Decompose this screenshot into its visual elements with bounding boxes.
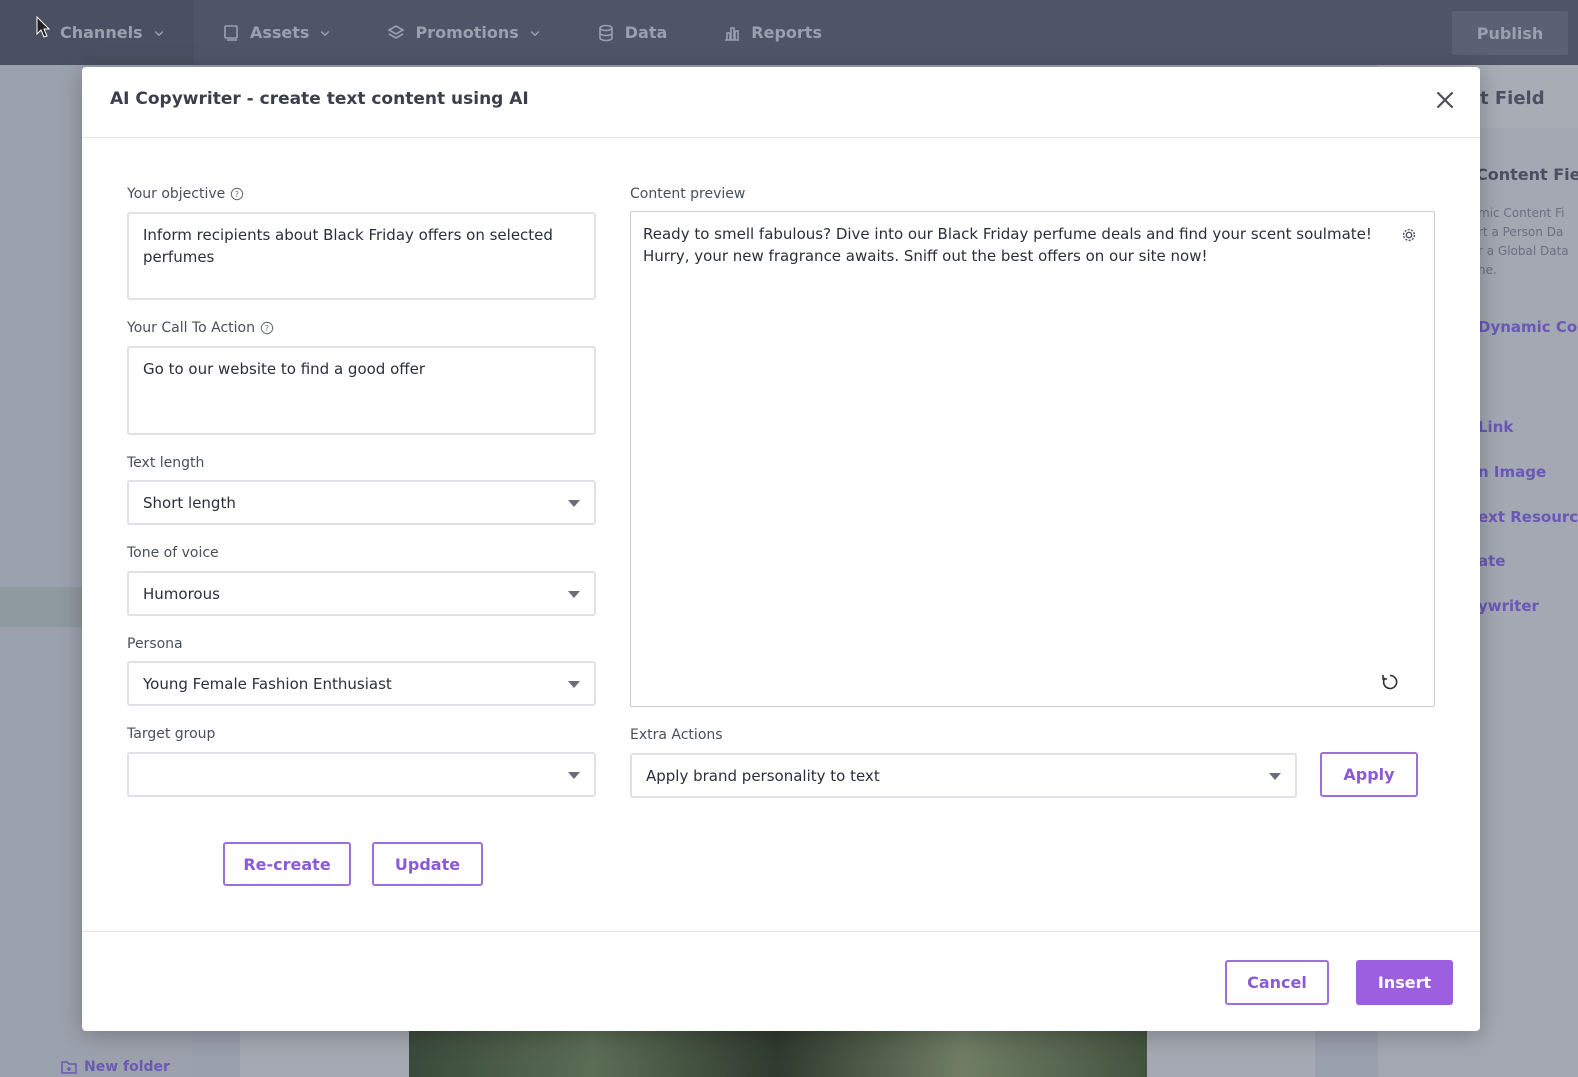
close-icon[interactable] [1432,87,1458,113]
recreate-button[interactable]: Re-create [223,842,351,886]
tone-value: Humorous [143,584,220,603]
objective-textarea[interactable]: Inform recipients about Black Friday off… [127,212,596,300]
tone-label: Tone of voice [127,545,219,561]
nav-assets-label: Assets [250,23,310,42]
persona-label: Persona [127,636,183,652]
persona-value: Young Female Fashion Enthusiast [143,674,392,693]
tone-select[interactable]: Humorous [127,571,596,616]
ai-copywriter-modal: AI Copywriter - create text content usin… [82,67,1480,1031]
caret-down-icon [568,591,580,598]
extra-actions-select[interactable]: Apply brand personality to text [630,753,1297,798]
nav-data-label: Data [624,23,668,42]
nav-channels-label: Channels [60,23,143,42]
cta-label: Your Call To Action [127,320,255,336]
caret-down-icon [568,772,580,779]
nav-promotions-label: Promotions [415,23,519,42]
svg-text:?: ? [235,190,239,199]
cta-label-row: Your Call To Action ? [127,320,274,336]
folder-plus-icon [61,1061,77,1074]
cta-textarea[interactable]: Go to our website to find a good offer [127,346,596,435]
right-panel-link[interactable]: ywriter [1478,597,1539,615]
bar-chart-icon [725,26,740,41]
new-folder-link[interactable]: New folder [60,1058,170,1076]
caret-down-icon [568,500,580,507]
nav-reports[interactable]: Reports [695,0,850,65]
refresh-icon[interactable] [1380,672,1400,692]
gear-icon[interactable] [1400,226,1418,244]
nav-channels[interactable]: Channels [0,0,194,65]
content-preview[interactable]: Ready to smell fabulous? Dive into our B… [630,211,1435,707]
chevron-down-icon [321,30,330,36]
right-panel-link[interactable]: Dynamic Co [1478,318,1577,336]
nav-assets[interactable]: Assets [194,0,359,65]
modal-footer-divider [82,931,1480,932]
modal-header: AI Copywriter - create text content usin… [82,67,1480,138]
target-group-select[interactable] [127,752,596,797]
publish-button[interactable]: Publish [1452,11,1568,55]
right-panel-desc-line: ne. [1478,263,1497,277]
persona-select[interactable]: Young Female Fashion Enthusiast [127,661,596,706]
help-icon[interactable]: ? [230,187,244,201]
extra-actions-label: Extra Actions [630,727,723,743]
svg-text:?: ? [265,324,269,333]
caret-down-icon [568,681,580,688]
database-icon [598,24,613,41]
mouse-cursor-icon [36,16,50,38]
extra-actions-value: Apply brand personality to text [646,766,880,785]
insert-button[interactable]: Insert [1356,960,1453,1005]
right-panel-desc-line: mic Content Fi [1478,206,1565,220]
objective-label-row: Your objective ? [127,186,244,202]
assets-icon [224,24,238,41]
layers-icon [387,24,406,39]
preview-label: Content preview [630,186,746,202]
update-button[interactable]: Update [372,842,483,886]
help-icon[interactable]: ? [260,321,274,335]
right-panel-title: t Field [1480,88,1545,109]
modal-title: AI Copywriter - create text content usin… [110,89,529,109]
right-panel-subtitle: Content Fiel [1476,165,1578,184]
nav-data[interactable]: Data [569,0,696,65]
nav-reports-label: Reports [751,23,822,42]
top-navigation: Channels Assets Promotions Data Reports … [0,0,1578,65]
right-panel-link[interactable]: Link [1478,418,1513,436]
text-length-select[interactable]: Short length [127,480,596,525]
cancel-button[interactable]: Cancel [1225,960,1329,1005]
apply-button[interactable]: Apply [1320,752,1418,797]
background-photo [409,1031,1147,1077]
right-panel-link[interactable]: n Image [1478,463,1546,481]
new-folder-label: New folder [84,1059,170,1075]
chevron-down-icon [154,30,163,36]
right-panel-desc-line: rt a Person Da [1478,225,1564,239]
text-length-label: Text length [127,455,205,471]
objective-label: Your objective [127,186,226,202]
right-panel-link[interactable]: ext Resourc [1478,508,1578,526]
right-panel-link[interactable]: ate [1478,552,1505,570]
target-group-label: Target group [127,726,216,742]
caret-down-icon [1269,773,1281,780]
text-length-value: Short length [143,493,236,512]
right-panel-desc-line: r a Global Data [1478,244,1569,258]
chevron-down-icon [530,30,540,36]
preview-text: Ready to smell fabulous? Dive into our B… [643,225,1372,265]
nav-promotions[interactable]: Promotions [359,0,568,65]
